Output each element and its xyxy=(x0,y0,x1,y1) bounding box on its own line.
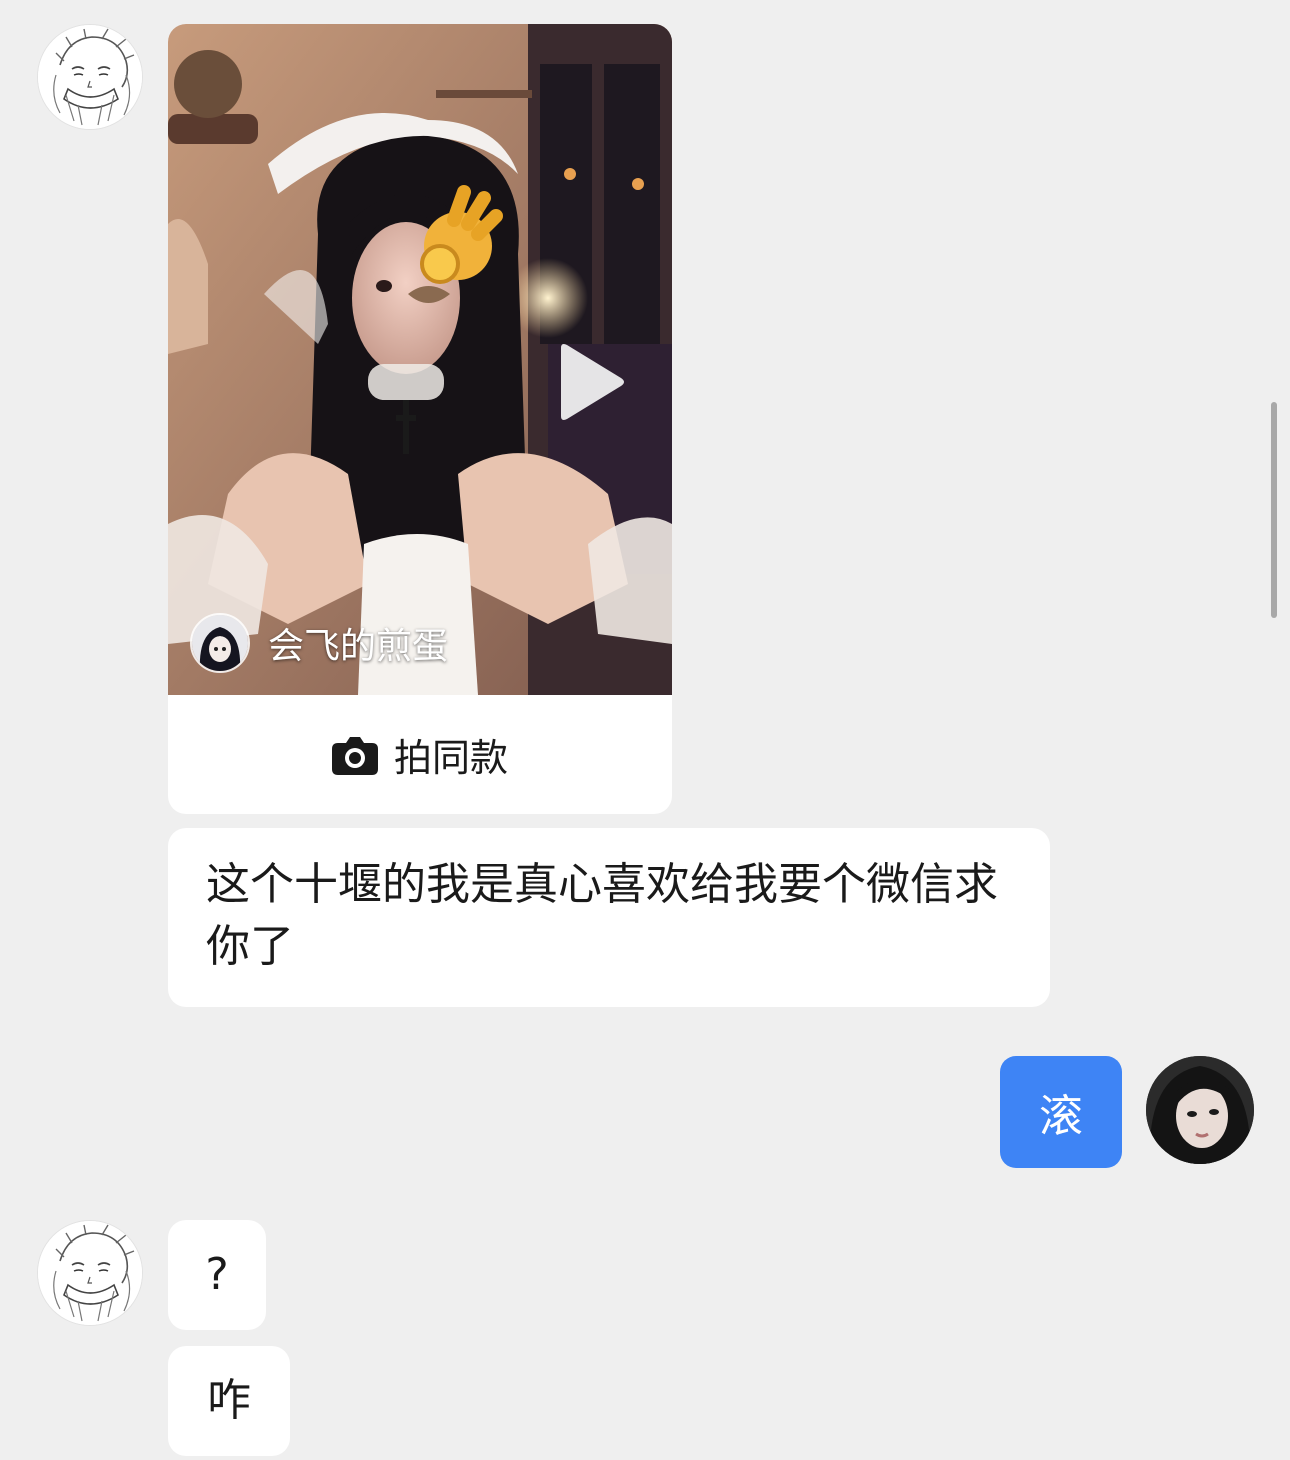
message-text: ? xyxy=(205,1249,229,1300)
message-bubble-received[interactable]: 这个十堰的我是真心喜欢给我要个微信求你了 xyxy=(168,828,1050,1007)
self-avatar-image xyxy=(1146,1056,1254,1164)
play-icon[interactable] xyxy=(553,342,625,422)
camera-icon xyxy=(331,736,378,775)
scrollbar-thumb[interactable] xyxy=(1271,402,1277,618)
message-bubble-received[interactable]: 咋 xyxy=(168,1346,290,1456)
shoot-same-style-button[interactable]: 拍同款 xyxy=(168,695,672,814)
author-avatar-image xyxy=(192,615,248,671)
message-text: 咋 xyxy=(207,1375,251,1426)
sketch-avatar-image xyxy=(38,1221,142,1325)
sender-avatar[interactable] xyxy=(37,1220,143,1326)
video-share-card[interactable]: 会飞的煎蛋 拍同款 xyxy=(168,24,672,814)
self-avatar[interactable] xyxy=(1146,1056,1254,1164)
message-text: 滚 xyxy=(1039,1091,1083,1142)
message-text: 这个十堰的我是真心喜欢给我要个微信求你了 xyxy=(206,859,998,972)
video-author[interactable]: 会飞的煎蛋 xyxy=(190,612,448,674)
sender-avatar[interactable] xyxy=(37,24,143,130)
sketch-avatar-image xyxy=(38,25,142,129)
message-bubble-received[interactable]: ? xyxy=(168,1220,266,1330)
message-bubble-sent[interactable]: 滚 xyxy=(1000,1056,1122,1168)
author-name: 会飞的煎蛋 xyxy=(268,626,449,667)
video-thumbnail[interactable]: 会飞的煎蛋 xyxy=(168,24,672,695)
shoot-same-style-label: 拍同款 xyxy=(393,736,508,780)
author-avatar xyxy=(190,613,250,673)
